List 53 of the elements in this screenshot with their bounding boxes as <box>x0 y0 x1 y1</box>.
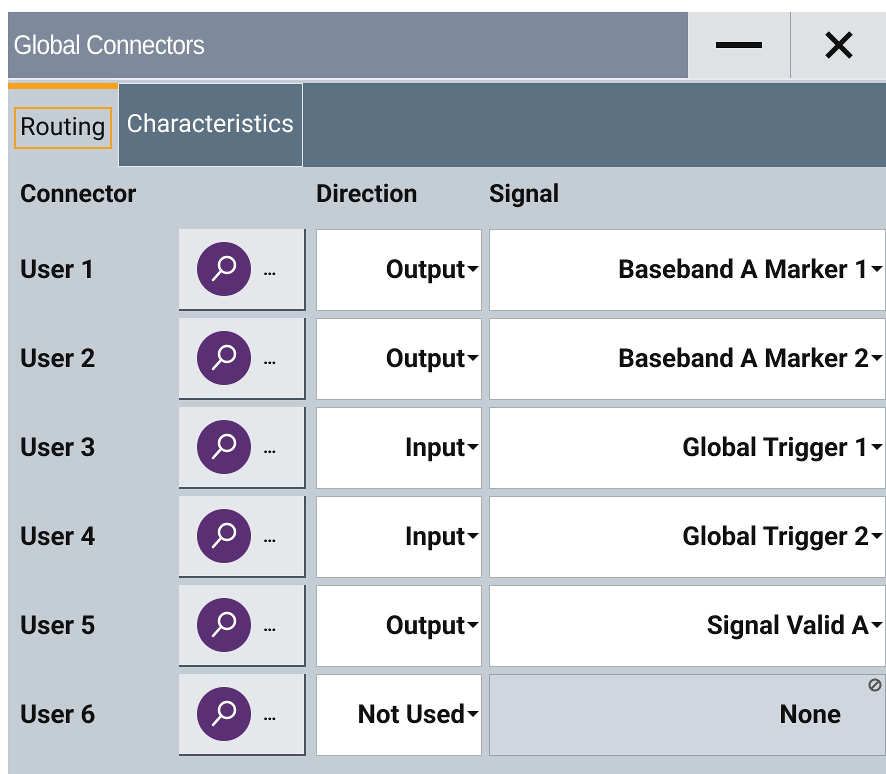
caret-icon <box>467 355 479 363</box>
caret-icon <box>467 266 479 274</box>
caret-icon <box>467 622 479 630</box>
tab-label: Characteristics <box>126 109 294 142</box>
connector-label: User 2 <box>19 342 96 376</box>
direction-dropdown[interactable]: Input <box>316 496 482 578</box>
direction-dropdown[interactable]: Output <box>316 318 482 400</box>
direction-dropdown[interactable]: Output <box>316 229 482 311</box>
search-icon <box>197 420 251 474</box>
select-button[interactable]: … <box>179 674 306 756</box>
signal-dropdown[interactable]: Baseband A Marker 1 <box>489 229 886 311</box>
connector-label: User 4 <box>19 520 96 554</box>
signal-dropdown[interactable]: Baseband A Marker 2 <box>489 318 886 400</box>
caret-icon <box>871 266 883 274</box>
connector-label: User 3 <box>19 432 96 464</box>
signal-dropdown[interactable]: Global Trigger 1 <box>489 407 886 489</box>
tab-label: Routing <box>14 107 112 149</box>
tab[interactable]: Characteristics <box>118 83 303 167</box>
search-icon <box>197 242 251 296</box>
column-header: Direction <box>316 178 419 211</box>
connector-label: User 1 <box>19 254 96 286</box>
window-title: Global Connectors <box>12 28 206 62</box>
minimize-icon <box>716 42 762 48</box>
caret-icon <box>467 711 479 719</box>
column-header: Connector <box>19 178 138 211</box>
tab[interactable]: Routing <box>8 83 118 167</box>
search-icon <box>197 687 251 741</box>
close-icon <box>824 30 854 60</box>
direction-dropdown[interactable]: Not Used <box>316 674 482 756</box>
direction-dropdown[interactable]: Input <box>316 407 482 489</box>
disabled-icon <box>868 678 882 692</box>
select-button[interactable]: … <box>179 318 306 400</box>
select-button[interactable]: … <box>179 585 306 667</box>
search-icon <box>197 509 251 563</box>
select-button[interactable]: … <box>179 496 306 578</box>
caret-icon <box>871 444 883 452</box>
column-header: Signal <box>489 178 560 211</box>
signal-dropdown[interactable]: Signal Valid A <box>489 585 886 667</box>
direction-dropdown[interactable]: Output <box>316 585 482 667</box>
connector-label: User 5 <box>19 610 96 642</box>
caret-icon <box>467 444 479 452</box>
caret-icon <box>871 355 883 363</box>
connector-label: User 6 <box>19 698 96 732</box>
search-icon <box>197 598 251 652</box>
search-icon <box>197 331 251 385</box>
caret-icon <box>871 533 883 541</box>
close-button[interactable] <box>791 12 886 78</box>
select-button[interactable]: … <box>179 407 306 489</box>
minimize-button[interactable] <box>688 12 791 78</box>
caret-icon <box>871 622 883 630</box>
caret-icon <box>467 533 479 541</box>
select-button[interactable]: … <box>179 229 306 311</box>
signal-dropdown[interactable]: Global Trigger 2 <box>489 496 886 578</box>
